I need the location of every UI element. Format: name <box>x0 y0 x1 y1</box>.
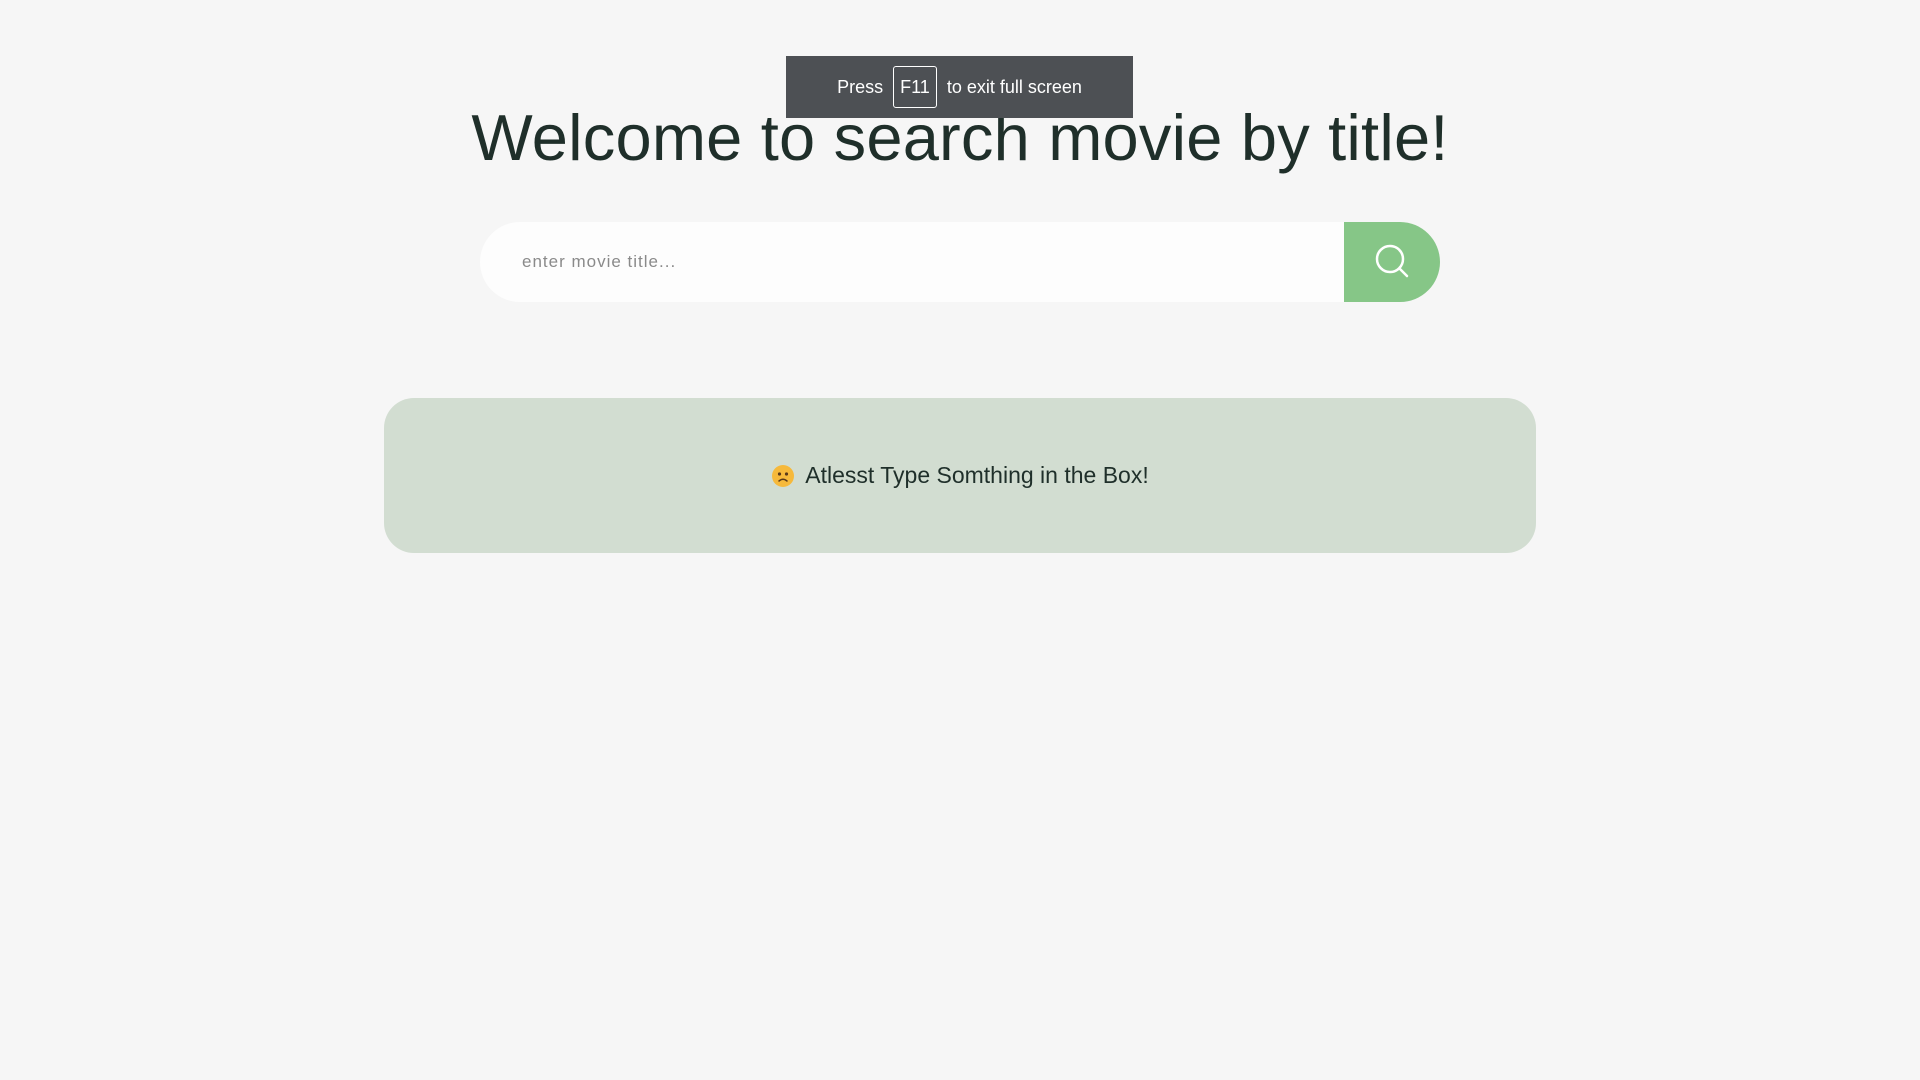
search-button[interactable] <box>1344 222 1440 302</box>
message-text: Atlesst Type Somthing in the Box! <box>805 462 1149 488</box>
fullscreen-toast: Press F11 to exit full screen <box>786 56 1133 118</box>
toast-text-after: to exit full screen <box>946 76 1082 97</box>
toast-text-before: Press <box>837 76 884 97</box>
search-icon <box>1372 241 1412 284</box>
toast-key: F11 <box>893 66 937 108</box>
page: Welcome to search movie by title! enter … <box>0 0 1920 1080</box>
search-input[interactable] <box>480 222 1344 302</box>
search-bar <box>480 222 1440 302</box>
message-box: Atlesst Type Somthing in the Box! <box>384 398 1536 553</box>
message-content: Atlesst Type Somthing in the Box! <box>771 462 1149 489</box>
frowning-face-emoji-icon <box>771 464 795 488</box>
